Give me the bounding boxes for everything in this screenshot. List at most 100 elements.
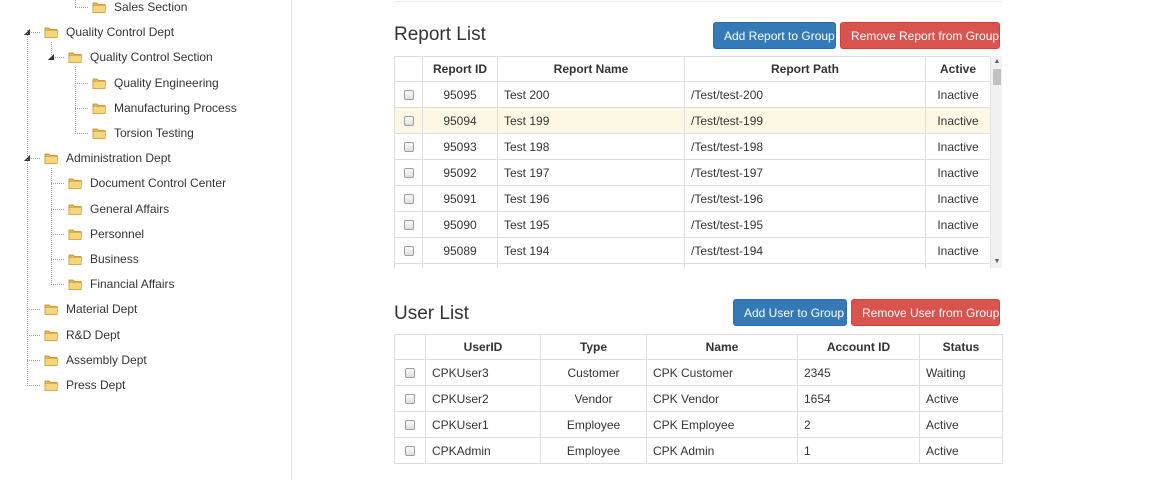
tree-node[interactable]: Manufacturing Process [0,97,290,119]
add-report-to-group-button[interactable]: Add Report to Group [713,22,836,49]
userid-cell: CPKAdmin [425,437,541,464]
row-select-cell [394,185,423,212]
report-id-cell: 95092 [422,159,498,186]
tree-node[interactable]: Torsion Testing [0,122,290,144]
column-header-status[interactable]: Status [919,334,1003,360]
row-select-cell [394,81,423,108]
report-table-scrollbar[interactable]: ▲ ▼ [990,56,1002,268]
scrollbar-thumb[interactable] [993,69,1001,85]
row-checkbox[interactable] [405,420,415,431]
row-checkbox[interactable] [403,246,414,257]
scroll-up-icon[interactable]: ▲ [991,56,1002,68]
report-row[interactable]: 95094 Test 199/Test/test-199 Inactive [394,107,991,134]
main-content: Report List Add Report to Group Remove R… [292,0,1170,480]
column-header-report-name[interactable]: Report Name [497,56,685,82]
row-checkbox[interactable] [405,368,415,379]
empty-cell [684,263,926,268]
column-header-active[interactable]: Active [925,56,991,82]
folder-icon [68,277,83,291]
report-row[interactable]: 95089 Test 194/Test/test-194 Inactive [394,237,991,264]
tree-node[interactable]: Personnel [0,223,290,245]
report-list-title: Report List [394,24,486,45]
report-name-cell: Test 194 [497,237,685,264]
tree-node[interactable]: Material Dept [0,298,290,320]
tree-node[interactable]: ◢ Quality Control Section [0,46,290,68]
status-cell: Active [919,437,1003,464]
tree-node-label: Sales Section [114,0,188,14]
tree-node[interactable]: Sales Section [0,0,290,18]
user-row[interactable]: CPKUser2 Vendor CPK Vendor 1654 Active [394,385,1003,412]
account-id-cell: 1654 [797,385,920,412]
user-table: UserID Type Name Account ID Status CPKUs… [394,334,1003,464]
report-name-cell: Test 195 [497,211,685,238]
report-table-header: Report ID Report Name Report Path Active [394,56,991,82]
user-row[interactable]: CPKUser3 Customer CPK Customer 2345 Waiting [394,359,1003,386]
row-select-cell [394,437,426,464]
report-row[interactable]: 95095 Test 200/Test/test-200 Inactive [394,81,991,108]
type-cell: Customer [540,359,647,386]
report-table-container: Report ID Report Name Report Path Active… [394,56,1002,268]
report-name-cell: Test 197 [497,159,685,186]
user-row[interactable]: CPKAdmin Employee CPK Admin 1 Active [394,437,1003,464]
tree-node[interactable]: ◢ Administration Dept [0,147,290,169]
tree-node[interactable]: Press Dept [0,374,290,396]
tree-node-label: General Affairs [90,201,170,216]
report-row[interactable]: 95091 Test 196/Test/test-196 Inactive [394,185,991,212]
report-active-cell: Inactive [925,185,991,212]
column-header-userid[interactable]: UserID [425,334,541,360]
account-id-cell: 2 [797,411,920,438]
row-checkbox[interactable] [403,90,414,101]
report-id-cell: 95094 [422,107,498,134]
row-checkbox[interactable] [405,446,415,457]
scroll-down-icon[interactable]: ▼ [991,256,1002,268]
column-header-report-path[interactable]: Report Path [684,56,926,82]
tree-node[interactable]: Financial Affairs [0,273,290,295]
row-checkbox[interactable] [405,394,415,405]
tree-node[interactable]: Document Control Center [0,172,290,194]
remove-user-from-group-button[interactable]: Remove User from Group [851,299,1000,326]
remove-report-from-group-button[interactable]: Remove Report from Group [840,22,1000,49]
row-select-cell [394,359,426,386]
tree-node[interactable]: ◢ Quality Control Dept [0,21,290,43]
column-header-report-id[interactable]: Report ID [422,56,498,82]
tree-connector [27,30,28,384]
row-checkbox[interactable] [403,194,414,205]
tree-node[interactable]: Business [0,248,290,270]
tree-node[interactable]: R&D Dept [0,324,290,346]
report-row[interactable]: 95093 Test 198/Test/test-198 Inactive [394,133,991,160]
report-row[interactable]: 95090 Test 195/Test/test-195 Inactive [394,211,991,238]
folder-icon [92,126,107,140]
user-row[interactable]: CPKUser1 Employee CPK Employee 2 Active [394,411,1003,438]
row-checkbox[interactable] [403,142,414,153]
report-id-cell: 95091 [422,185,498,212]
tree-node[interactable]: Assembly Dept [0,349,290,371]
folder-icon [68,252,83,266]
account-id-cell: 1 [797,437,920,464]
row-checkbox[interactable] [403,116,414,127]
row-checkbox[interactable] [403,220,414,231]
report-table: Report ID Report Name Report Path Active… [394,56,991,268]
column-header-account-id[interactable]: Account ID [797,334,920,360]
type-cell: Vendor [540,385,647,412]
report-id-cell: 95095 [422,81,498,108]
column-header-name[interactable]: Name [646,334,798,360]
folder-icon [44,25,59,39]
tree-node-label: Financial Affairs [90,277,175,292]
report-id-cell: 95090 [422,211,498,238]
report-row[interactable]: 95092 Test 197/Test/test-197 Inactive [394,159,991,186]
report-active-cell: Inactive [925,237,991,264]
tree-node-label: Material Dept [66,302,138,317]
report-row[interactable] [394,263,991,268]
report-path-cell: /Test/test-199 [684,107,926,134]
column-header-type[interactable]: Type [540,334,647,360]
empty-cell [394,263,423,268]
row-select-cell [394,411,426,438]
tree-node-label: Administration Dept [66,151,171,166]
tree-node-label: Torsion Testing [114,126,194,140]
tree-node[interactable]: Quality Engineering [0,72,290,94]
tree-node[interactable]: General Affairs [0,198,290,220]
tree-connector [27,309,40,311]
add-user-to-group-button[interactable]: Add User to Group [733,299,847,326]
row-checkbox[interactable] [403,168,414,179]
report-path-cell: /Test/test-194 [684,237,926,264]
